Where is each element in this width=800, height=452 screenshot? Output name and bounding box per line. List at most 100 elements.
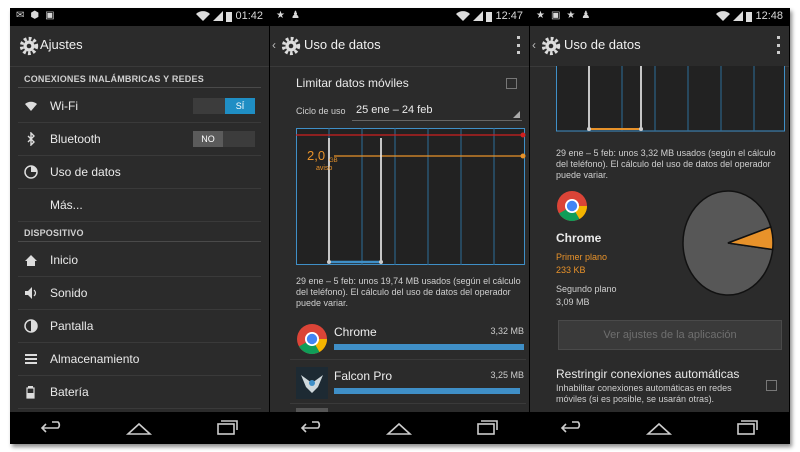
bluetooth-toggle[interactable]: NO <box>193 131 255 147</box>
star-icon: ★ <box>566 10 576 21</box>
brightness-icon <box>24 319 38 333</box>
data-usage-chart-partial[interactable] <box>556 66 786 132</box>
app-row-falcon-pro[interactable]: Falcon Pro 3,25 MB <box>290 363 526 404</box>
settings-item-label: Sonido <box>50 286 88 300</box>
range-start-handle[interactable] <box>327 260 331 264</box>
settings-item-battery[interactable]: Batería <box>18 376 261 409</box>
app-usage-bar <box>334 388 520 394</box>
status-time: 01:42 <box>235 10 263 22</box>
overflow-menu-icon[interactable] <box>777 36 781 54</box>
settings-item-bluetooth[interactable]: Bluetooth NO <box>18 123 261 156</box>
recents-icon[interactable] <box>471 418 501 438</box>
app-notification-icon: ⬢ <box>30 10 40 21</box>
settings-item-wifi[interactable]: Wi-Fi SÍ <box>18 90 261 123</box>
battery-icon <box>26 386 35 399</box>
data-usage-screen: ★ ♟ 12:47 ‹ Uso de datos Limitar datos m… <box>270 8 529 444</box>
usage-pie-chart <box>682 190 774 296</box>
wifi-status-icon <box>456 11 471 21</box>
warning-label: aviso <box>316 165 332 172</box>
wifi-icon <box>25 101 37 111</box>
app-usage-bar <box>334 344 524 350</box>
page-title: Uso de datos <box>564 37 641 52</box>
action-bar: ‹ Uso de datos <box>270 26 529 67</box>
background-value: 3,09 MB <box>556 297 590 307</box>
app-name: Falcon Pro <box>334 369 393 383</box>
settings-item-home[interactable]: Inicio <box>18 244 261 277</box>
battery-status-icon <box>746 11 753 22</box>
warning-handle[interactable] <box>520 153 526 159</box>
settings-item-sound[interactable]: Sonido <box>18 277 261 310</box>
chrome-icon <box>557 191 587 222</box>
settings-item-label: Almacenamiento <box>50 352 140 366</box>
range-end-handle[interactable] <box>639 127 643 131</box>
limit-handle[interactable] <box>520 132 526 138</box>
app-settings-button[interactable]: Ver ajustes de la aplicación <box>558 320 782 350</box>
cycle-dropdown[interactable]: 25 ene – 24 feb <box>352 100 522 121</box>
wifi-status-icon <box>196 11 211 21</box>
home-nav-icon[interactable] <box>644 418 674 438</box>
app-row-chrome[interactable]: Chrome 3,32 MB <box>290 319 526 360</box>
data-usage-chart[interactable]: 2,0 GB aviso <box>296 128 526 266</box>
star-icon: ★ <box>276 10 285 21</box>
settings-item-display[interactable]: Pantalla <box>18 310 261 343</box>
page-title: Uso de datos <box>304 37 381 52</box>
cycle-value: 25 ene – 24 feb <box>356 104 433 116</box>
limit-mobile-data-checkbox[interactable] <box>506 78 517 89</box>
battery-status-icon <box>226 11 233 22</box>
settings-item-storage[interactable]: Almacenamiento <box>18 343 261 376</box>
back-icon[interactable] <box>298 418 328 438</box>
settings-item-label: Uso de datos <box>50 165 121 179</box>
settings-item-label: Pantalla <box>50 319 94 333</box>
cycle-label: Ciclo de uso <box>296 106 346 116</box>
range-start-handle[interactable] <box>587 127 591 131</box>
app-size: 3,25 MB <box>490 370 524 380</box>
navigation-bar <box>530 412 789 444</box>
image-icon: ▣ <box>550 10 561 21</box>
restrict-title: Restringir conexiones automáticas <box>556 367 740 381</box>
user-icon: ♟ <box>581 10 591 21</box>
falcon-pro-icon <box>296 367 328 399</box>
settings-gear-icon[interactable] <box>280 35 302 57</box>
warning-unit: GB <box>329 158 338 164</box>
home-nav-icon[interactable] <box>384 418 414 438</box>
warning-value: 2,0 <box>307 148 325 163</box>
screenshot-frame: ✉ ⬢ ▣ 01:42 Ajustes CONEXIONES INALÁMBRI… <box>10 8 790 444</box>
back-icon[interactable] <box>558 418 588 438</box>
home-icon <box>25 255 37 266</box>
back-icon[interactable] <box>38 418 68 438</box>
range-end-handle[interactable] <box>379 260 383 264</box>
gmail-icon: ✉ <box>16 10 25 21</box>
status-time: 12:48 <box>755 10 783 22</box>
user-icon: ♟ <box>290 10 300 21</box>
page-title: Ajustes <box>40 37 83 52</box>
wifi-status-icon <box>716 11 731 21</box>
recents-icon[interactable] <box>211 418 241 438</box>
bluetooth-icon <box>27 132 35 146</box>
signal-icon <box>213 11 224 21</box>
settings-gear-icon[interactable] <box>540 35 562 57</box>
recents-icon[interactable] <box>731 418 761 438</box>
settings-item-label: Más... <box>50 198 83 212</box>
wifi-toggle[interactable]: SÍ <box>193 98 255 114</box>
settings-item-data-usage[interactable]: Uso de datos <box>18 156 261 189</box>
up-navigation-icon[interactable]: ‹ <box>532 38 536 52</box>
restrict-checkbox[interactable] <box>766 380 777 391</box>
status-time: 12:47 <box>495 10 523 22</box>
settings-gear-icon[interactable] <box>18 35 40 57</box>
download-icon: ▣ <box>45 10 55 21</box>
action-bar: ‹ Uso de datos <box>530 26 789 67</box>
settings-item-more[interactable]: Más... <box>18 189 261 222</box>
settings-item-label: Batería <box>50 385 89 399</box>
background-label: Segundo plano <box>556 284 617 294</box>
dropdown-corner-icon <box>513 111 520 118</box>
overflow-menu-icon[interactable] <box>517 36 521 54</box>
navigation-bar <box>270 412 529 444</box>
home-nav-icon[interactable] <box>124 418 154 438</box>
section-header-wireless: CONEXIONES INALÁMBRICAS Y REDES <box>24 74 204 84</box>
limit-mobile-data-label: Limitar datos móviles <box>296 76 409 90</box>
settings-item-label: Wi-Fi <box>50 99 78 113</box>
section-divider <box>18 87 261 88</box>
foreground-label: Primer plano <box>556 252 608 262</box>
speaker-icon <box>25 287 37 299</box>
up-navigation-icon[interactable]: ‹ <box>272 38 276 52</box>
